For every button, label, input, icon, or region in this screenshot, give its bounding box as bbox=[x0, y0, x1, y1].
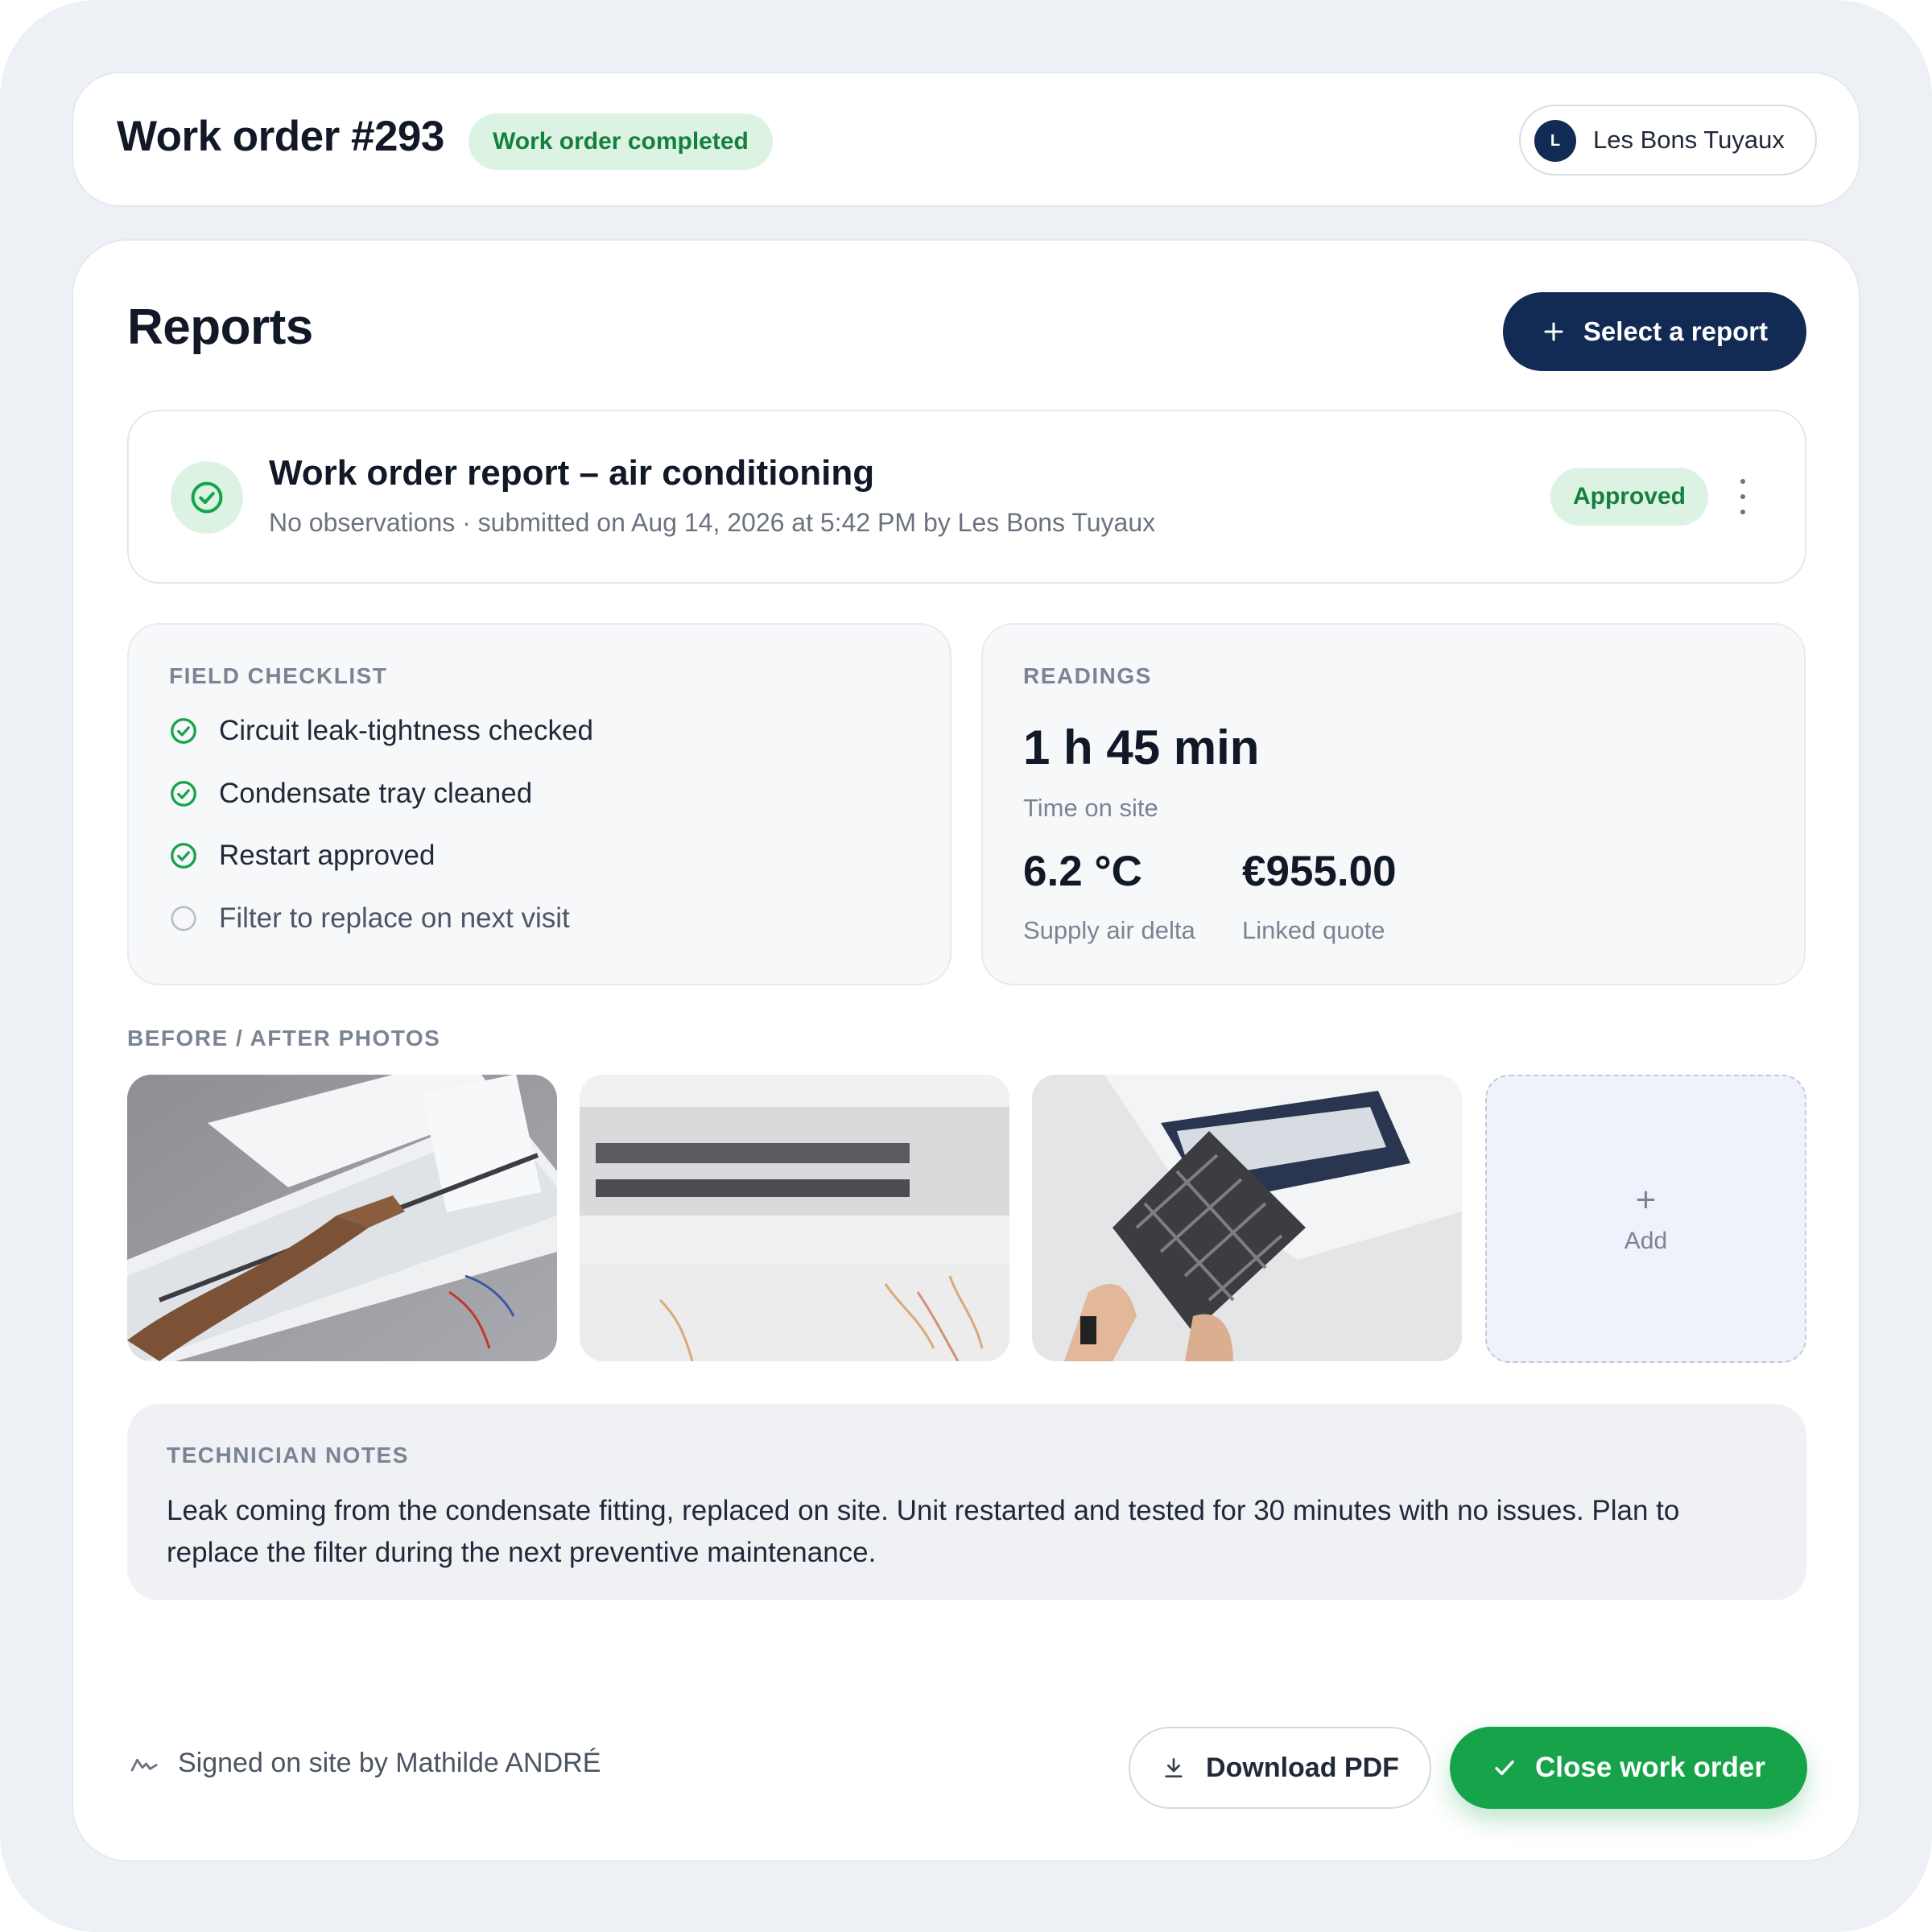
technician-notes: TECHNICIAN NOTES Leak coming from the co… bbox=[127, 1404, 1806, 1600]
report-card[interactable]: Work order report – air conditioning No … bbox=[127, 410, 1806, 584]
app-frame: Work order #293 Work order completed L L… bbox=[0, 0, 1932, 1932]
checklist-item[interactable]: Filter to replace on next visit bbox=[169, 902, 570, 935]
readings-label: READINGS bbox=[1023, 663, 1152, 688]
report-title: Work order report – air conditioning bbox=[269, 453, 875, 493]
close-work-order-label: Close work order bbox=[1535, 1752, 1765, 1783]
work-order-header: Work order #293 Work order completed L L… bbox=[72, 72, 1860, 207]
download-icon bbox=[1165, 1758, 1183, 1777]
add-photo-button[interactable]: + Add bbox=[1485, 1075, 1806, 1363]
photos-label: BEFORE / AFTER PHOTOS bbox=[127, 1026, 441, 1051]
signature-line: Signed on site by Mathilde ANDRÉ bbox=[130, 1748, 601, 1779]
checklist-label: FIELD CHECKLIST bbox=[169, 663, 388, 688]
company-name: Les Bons Tuyaux bbox=[1593, 126, 1785, 154]
time-on-site-caption: Time on site bbox=[1023, 794, 1158, 822]
supply-air-delta-caption: Supply air delta bbox=[1023, 916, 1195, 944]
check-circle-icon bbox=[171, 843, 196, 869]
photo-thumbnail[interactable] bbox=[127, 1075, 557, 1361]
company-avatar: L bbox=[1534, 120, 1576, 162]
checklist-item-label: Condensate tray cleaned bbox=[219, 778, 533, 809]
checklist-item-label: Circuit leak-tightness checked bbox=[219, 715, 593, 746]
report-status-badge: Approved bbox=[1550, 468, 1708, 526]
close-work-order-button[interactable]: Close work order bbox=[1450, 1727, 1807, 1809]
kebab-menu-icon[interactable] bbox=[1731, 479, 1755, 514]
download-pdf-label: Download PDF bbox=[1206, 1752, 1399, 1783]
photo-thumbnail[interactable] bbox=[1032, 1075, 1462, 1361]
checklist-item[interactable]: Restart approved bbox=[169, 840, 435, 872]
company-chip[interactable]: L Les Bons Tuyaux bbox=[1519, 105, 1817, 175]
field-checklist-card: FIELD CHECKLIST Circuit leak-tightness c… bbox=[127, 623, 952, 985]
check-icon bbox=[1495, 1760, 1514, 1776]
notes-text: Leak coming from the condensate fitting,… bbox=[167, 1495, 1680, 1568]
readings-card: READINGS 1 h 45 min Time on site 6.2 °C … bbox=[981, 623, 1806, 985]
checklist-item-label: Filter to replace on next visit bbox=[219, 902, 570, 934]
supply-air-delta-value: 6.2 °C bbox=[1023, 848, 1142, 895]
reports-panel: Reports Select a report Work order repor… bbox=[72, 239, 1860, 1862]
add-photo-label: Add bbox=[1624, 1228, 1668, 1254]
time-on-site-value: 1 h 45 min bbox=[1023, 720, 1260, 774]
check-circle-icon bbox=[171, 718, 196, 744]
work-order-title: Work order #293 bbox=[117, 113, 444, 160]
report-subtitle: No observations · submitted on Aug 14, 2… bbox=[269, 508, 1156, 537]
plus-icon: + bbox=[1635, 1180, 1657, 1220]
check-circle-icon bbox=[171, 461, 243, 534]
empty-circle-icon bbox=[171, 906, 196, 931]
photo-thumbnail[interactable] bbox=[580, 1075, 1009, 1361]
checklist-item-label: Restart approved bbox=[219, 840, 436, 871]
checklist-item[interactable]: Circuit leak-tightness checked bbox=[169, 715, 593, 747]
check-circle-icon bbox=[171, 781, 196, 807]
reports-title: Reports bbox=[127, 299, 313, 355]
select-report-button[interactable]: Select a report bbox=[1503, 292, 1806, 371]
plus-icon bbox=[1544, 322, 1563, 341]
linked-quote-value: €955.00 bbox=[1242, 848, 1397, 895]
select-report-label: Select a report bbox=[1583, 316, 1769, 346]
signed-by-text: Signed on site by Mathilde ANDRÉ bbox=[178, 1748, 601, 1778]
linked-quote-caption: Linked quote bbox=[1242, 916, 1385, 944]
signature-icon bbox=[130, 1758, 158, 1771]
work-order-status-badge: Work order completed bbox=[469, 114, 773, 170]
notes-label: TECHNICIAN NOTES bbox=[167, 1443, 409, 1468]
download-pdf-button[interactable]: Download PDF bbox=[1129, 1727, 1431, 1809]
checklist-item[interactable]: Condensate tray cleaned bbox=[169, 778, 532, 810]
